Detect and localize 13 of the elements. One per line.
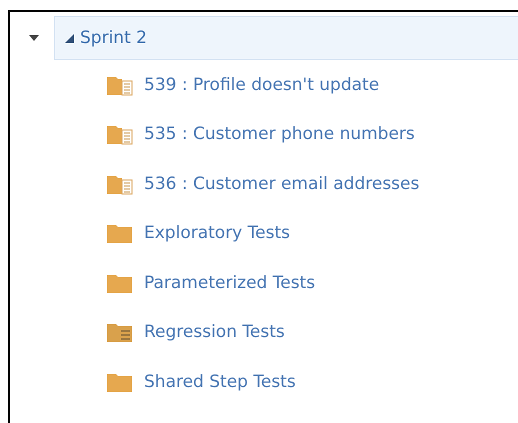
requirement-folder-icon [106, 123, 134, 146]
folder-icon [106, 222, 134, 244]
tree-root-item[interactable]: Sprint 2 [54, 16, 518, 60]
tree-item[interactable]: Exploratory Tests [144, 223, 290, 244]
tree-item[interactable]: 539 : Profile doesn't update [144, 74, 380, 95]
query-folder-icon [106, 321, 134, 344]
expanded-triangle-icon [65, 34, 74, 42]
tree-item[interactable]: Regression Tests [144, 322, 285, 342]
tree-item[interactable]: Shared Step Tests [144, 372, 296, 392]
tree-item[interactable]: Parameterized Tests [144, 272, 316, 293]
tree-item[interactable]: 536 : Customer email addresses [144, 174, 420, 194]
tree-item[interactable]: 535 : Customer phone numbers [144, 124, 415, 144]
collapse-arrow-icon[interactable] [28, 33, 40, 43]
